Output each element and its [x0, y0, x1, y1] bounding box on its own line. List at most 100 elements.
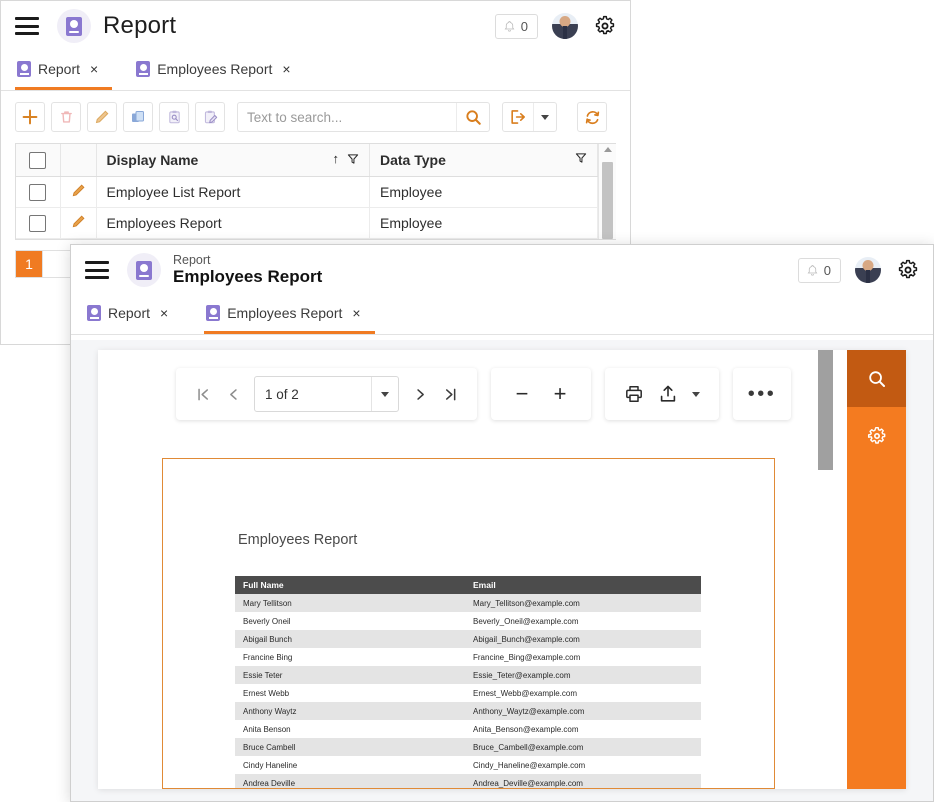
bell-icon [504, 20, 515, 32]
filter-icon[interactable] [575, 152, 587, 164]
scroll-up-button[interactable] [599, 147, 616, 152]
cell-full-name: Cindy Haneline [243, 760, 298, 770]
notification-count: 0 [823, 262, 831, 278]
page-value[interactable]: 1 of 2 [255, 377, 371, 411]
more-options-icon: ••• [747, 383, 777, 405]
select-all-checkbox[interactable] [29, 151, 47, 169]
refresh-button[interactable] [577, 102, 607, 132]
first-page-icon [197, 388, 208, 400]
report-logo-icon [127, 253, 161, 287]
zoom-out-button[interactable]: − [503, 376, 541, 412]
rail-search-button[interactable] [847, 350, 906, 407]
rail-background [847, 464, 906, 789]
row-checkbox[interactable] [29, 214, 47, 232]
page-dropdown-button[interactable] [371, 377, 398, 411]
hamburger-icon[interactable] [85, 261, 109, 279]
hamburger-icon[interactable] [15, 17, 39, 35]
pagination-group: 1 of 2 [176, 368, 477, 420]
viewer-action-rail [847, 350, 906, 789]
print-button[interactable] [617, 376, 651, 412]
table-row[interactable]: Employees Report Employee [16, 207, 598, 239]
scrollbar-thumb[interactable] [818, 350, 833, 470]
notification-button[interactable]: 0 [494, 13, 538, 39]
more-options-button[interactable]: ••• [745, 376, 779, 412]
edit-column-header [60, 144, 97, 177]
gear-icon [867, 426, 885, 444]
grid-vertical-scrollbar[interactable] [598, 144, 616, 239]
column-header-display-name[interactable]: ↑ Display Name [96, 144, 370, 177]
plus-icon [22, 109, 38, 125]
tab-employees-report[interactable]: Employees Report × [134, 51, 304, 90]
tab-report[interactable]: Report × [85, 295, 182, 334]
cell-display-name: Employee List Report [96, 176, 370, 208]
delete-button[interactable] [51, 102, 81, 132]
zoom-group: − + [491, 368, 591, 420]
last-page-button[interactable] [435, 376, 465, 412]
tab-close-icon[interactable]: × [90, 61, 98, 77]
report-header-row: Full Name Email [235, 576, 701, 594]
page-title: Employees Report [173, 267, 323, 287]
table-row: Essie Teter Essie_Teter@example.com [235, 666, 701, 684]
report-viewer-card: 1 of 2 − + ••• Employees Report Full Nam… [98, 350, 906, 789]
search-button[interactable] [456, 103, 489, 131]
row-edit-cell[interactable] [60, 176, 97, 208]
report-document-page: Employees Report Full Name Email Mary Te… [162, 458, 775, 789]
export-dropdown-button[interactable] [533, 103, 556, 131]
cell-full-name: Mary Tellitson [243, 598, 292, 608]
export-dropdown-button[interactable] [685, 376, 707, 412]
tab-close-icon[interactable]: × [282, 61, 290, 77]
filter-icon[interactable] [347, 153, 359, 165]
grid-toolbar [1, 91, 630, 143]
cell-full-name: Bruce Cambell [243, 742, 296, 752]
search-input[interactable] [238, 103, 456, 131]
tab-report[interactable]: Report × [15, 51, 113, 90]
grid-header-row: ↑ Display Name Data Type [16, 144, 598, 177]
tab-close-icon[interactable]: × [352, 305, 360, 321]
export-icon [510, 110, 525, 124]
front-tab-bar: Report × Employees Report × [71, 295, 933, 335]
cell-email: Anita_Benson@example.com [473, 724, 579, 734]
column-header-data-type[interactable]: Data Type [369, 144, 598, 177]
edit-button[interactable] [87, 102, 117, 132]
pencil-icon[interactable] [71, 214, 86, 229]
next-page-button[interactable] [405, 376, 435, 412]
notification-button[interactable]: 0 [797, 257, 841, 283]
copy-button[interactable] [123, 102, 153, 132]
scrollbar-thumb[interactable] [602, 162, 613, 239]
trash-icon [60, 111, 72, 123]
inspect-button[interactable] [159, 102, 189, 132]
page-selector: 1 of 2 [254, 376, 399, 412]
gear-icon[interactable] [897, 259, 919, 281]
table-row: Beverly Oneil Beverly_Oneil@example.com [235, 612, 701, 630]
cell-email: Andrea_Deville@example.com [473, 778, 583, 788]
cell-data-type: Employee [369, 207, 598, 239]
user-avatar[interactable] [855, 257, 881, 283]
previous-page-button[interactable] [218, 376, 248, 412]
export-button[interactable] [503, 103, 533, 131]
rail-settings-button[interactable] [847, 407, 906, 464]
gear-icon[interactable] [594, 15, 616, 37]
copy-icon [132, 111, 144, 122]
user-avatar[interactable] [552, 13, 578, 39]
export-button[interactable] [651, 376, 685, 412]
chevron-down-icon [692, 391, 700, 397]
add-button[interactable] [15, 102, 45, 132]
zoom-in-button[interactable]: + [541, 376, 579, 412]
viewer-vertical-scrollbar[interactable] [818, 350, 833, 789]
first-page-button[interactable] [188, 376, 218, 412]
row-select-cell [16, 207, 61, 239]
table-row[interactable]: Employee List Report Employee [16, 176, 598, 208]
pencil-icon[interactable] [71, 183, 86, 198]
tab-employees-report[interactable]: Employees Report × [204, 295, 375, 334]
cell-full-name: Andrea Deville [243, 778, 296, 788]
pager-page-1[interactable]: 1 [15, 250, 43, 278]
tab-label: Report [108, 305, 151, 321]
clipboard-edit-button[interactable] [195, 102, 225, 132]
cell-full-name: Essie Teter [243, 670, 283, 680]
tab-close-icon[interactable]: × [160, 305, 168, 321]
row-edit-cell[interactable] [60, 207, 97, 239]
tab-label: Employees Report [157, 61, 273, 77]
row-checkbox[interactable] [29, 183, 47, 201]
export-upload-icon [660, 385, 676, 402]
sort-asc-icon[interactable]: ↑ [333, 152, 340, 165]
